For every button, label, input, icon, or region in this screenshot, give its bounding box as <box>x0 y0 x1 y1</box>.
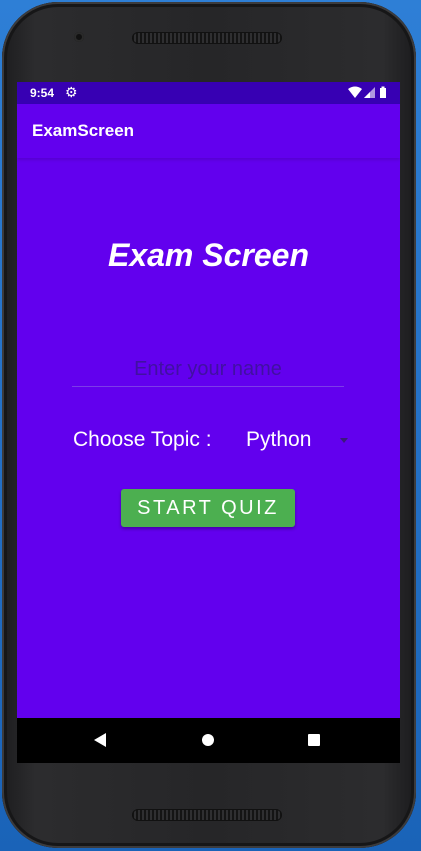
status-bar: 9:54 ⚙ <box>17 82 400 104</box>
status-time: 9:54 <box>30 86 55 100</box>
topic-label: Choose Topic : <box>73 428 212 451</box>
recents-icon <box>308 734 320 746</box>
back-button[interactable] <box>70 718 130 763</box>
start-quiz-button[interactable]: START QUIZ <box>121 489 295 527</box>
signal-icon <box>364 87 375 98</box>
navigation-bar <box>17 718 400 763</box>
page-title: Exam Screen <box>107 237 309 273</box>
gear-icon: ⚙ <box>65 84 78 100</box>
device-screen: 9:54 ⚙ ExamScreen Exam Screen Choose To <box>17 82 400 763</box>
app-bar: ExamScreen <box>17 104 400 158</box>
home-icon <box>202 734 214 746</box>
name-input[interactable] <box>72 352 344 387</box>
home-button[interactable] <box>178 718 238 763</box>
recents-button[interactable] <box>284 718 344 763</box>
app-bar-title: ExamScreen <box>32 121 135 140</box>
earpiece-speaker <box>132 32 282 44</box>
back-icon <box>94 733 106 747</box>
status-icons <box>348 86 388 100</box>
dropdown-arrow-icon <box>340 438 348 443</box>
wifi-icon <box>348 86 362 98</box>
front-camera <box>74 32 84 42</box>
topic-spinner[interactable]: Python <box>239 422 354 458</box>
topic-selected-value: Python <box>246 428 312 451</box>
bottom-speaker <box>132 809 282 821</box>
battery-icon <box>380 86 386 98</box>
